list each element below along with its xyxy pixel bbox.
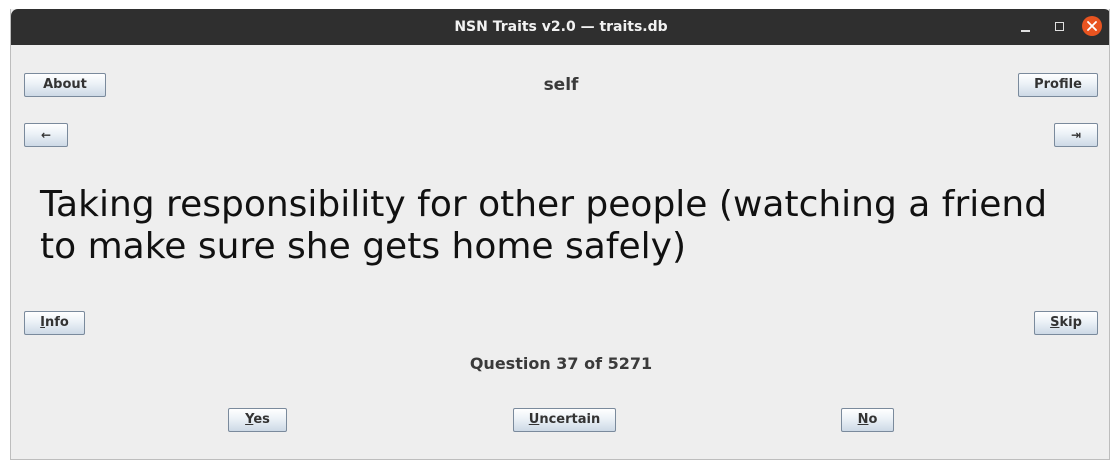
yes-button[interactable]: Yes xyxy=(228,408,287,432)
profile-button-label: Profile xyxy=(1034,77,1082,92)
question-text: Taking responsibility for other people (… xyxy=(40,184,1048,267)
profile-button[interactable]: Profile xyxy=(1018,73,1098,97)
uncertain-mnemonic: U xyxy=(528,412,540,427)
window-title: NSN Traits v2.0 — traits.db xyxy=(454,19,668,35)
info-label-rest: nfo xyxy=(45,315,69,330)
forward-button[interactable]: ⇥ xyxy=(1054,123,1098,147)
maximize-icon[interactable] xyxy=(1051,18,1069,36)
yes-label-rest: es xyxy=(253,412,270,427)
forward-to-end-icon: ⇥ xyxy=(1070,128,1082,142)
uncertain-button[interactable]: Uncertain xyxy=(513,408,616,432)
category-label: self xyxy=(543,75,579,95)
skip-button[interactable]: Skip xyxy=(1034,311,1098,335)
question-counter: Question 37 of 5271 xyxy=(469,354,653,373)
skip-label-rest: kip xyxy=(1059,315,1082,330)
no-button[interactable]: No xyxy=(841,408,894,432)
app-window: NSN Traits v2.0 — traits.db About self P… xyxy=(10,9,1110,460)
no-mnemonic: N xyxy=(857,412,869,427)
title-bar[interactable]: NSN Traits v2.0 — traits.db xyxy=(11,9,1109,45)
no-label-rest: o xyxy=(868,412,878,427)
back-arrow-icon: ← xyxy=(40,128,52,142)
close-icon[interactable] xyxy=(1082,16,1102,36)
minimize-icon[interactable] xyxy=(1017,18,1035,36)
back-button[interactable]: ← xyxy=(24,123,68,147)
uncertain-label-rest: ncertain xyxy=(539,412,601,427)
info-button[interactable]: Info xyxy=(24,311,85,335)
